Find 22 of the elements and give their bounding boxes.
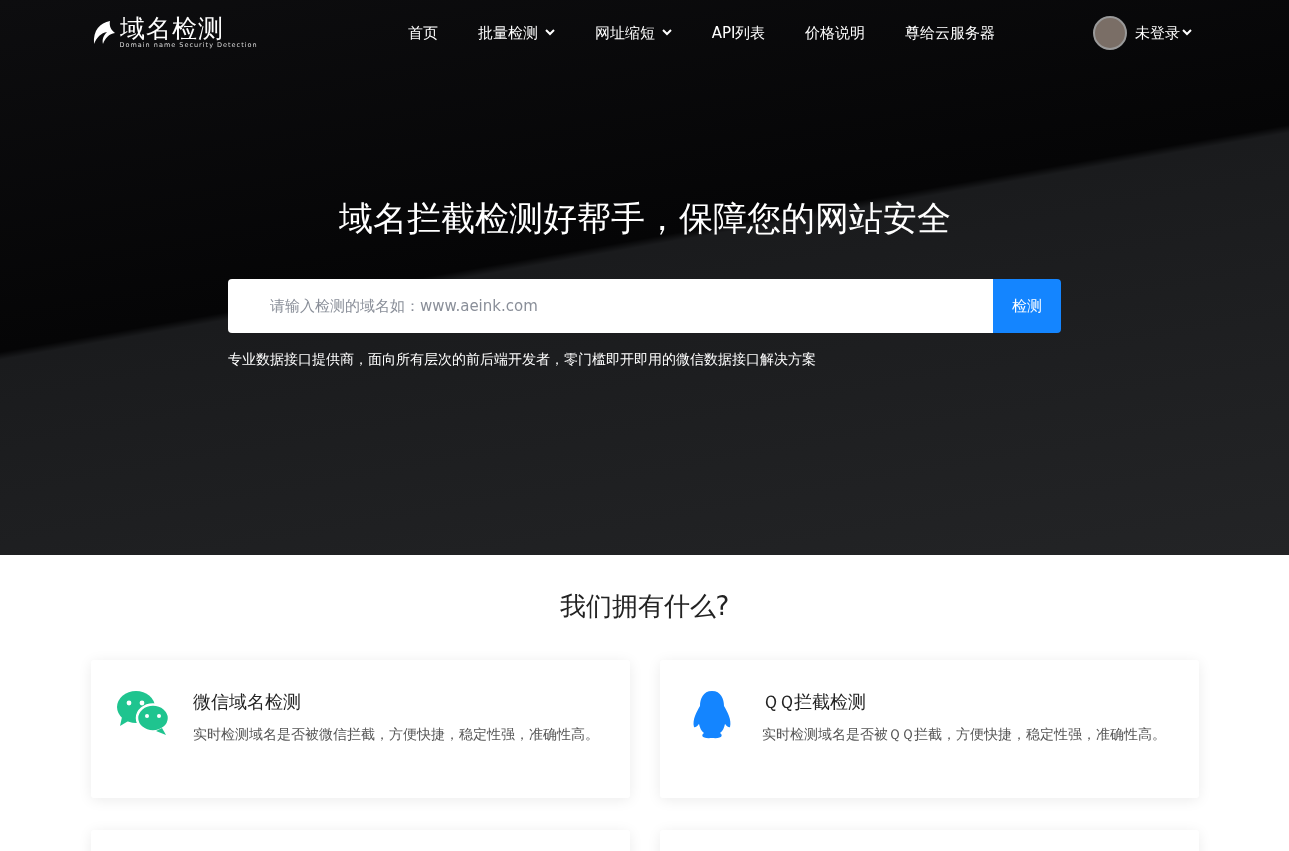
- nav-link[interactable]: 首页: [407, 21, 438, 45]
- search-button[interactable]: 检测: [993, 278, 1061, 333]
- user-menu[interactable]: 未登录: [1134, 21, 1192, 45]
- chat-bubbles-icon: [115, 690, 170, 737]
- search-field[interactable]: 请输入检测的域名如：www.aeink.com: [228, 278, 993, 333]
- feature-title: 微信域名检测: [192, 690, 302, 715]
- section-title: 我们拥有什么?: [558, 591, 731, 623]
- feature-description: 实时检测域名是否被微信拦截，方便快捷，稳定性强，准确性高。: [192, 725, 599, 745]
- caret-icon: [661, 28, 672, 36]
- feature-title: ＱＱ拦截检测: [761, 690, 867, 715]
- hero-title: 域名拦截检测好帮手，保障您的网站安全: [337, 198, 952, 239]
- nav-link[interactable]: 尊给云服务器: [905, 21, 996, 45]
- nav-link[interactable]: 网址缩短: [594, 21, 672, 45]
- tagline: 专业数据接口提供商，面向所有层次的前后端开发者，零门槛即开即用的微信数据接口解决方案: [228, 349, 817, 369]
- nav-link[interactable]: 批量检测: [477, 21, 555, 45]
- feature-description: 实时检测域名是否被ＱＱ拦截，方便快捷，稳定性强，准确性高。: [761, 725, 1166, 745]
- logo-title: 域名检测: [119, 15, 224, 41]
- nav-link[interactable]: 价格说明: [805, 21, 866, 45]
- nav-link[interactable]: API列表: [711, 21, 766, 45]
- avatar: [1092, 16, 1127, 50]
- caret-icon: [544, 28, 555, 36]
- caret-icon: [1181, 28, 1192, 36]
